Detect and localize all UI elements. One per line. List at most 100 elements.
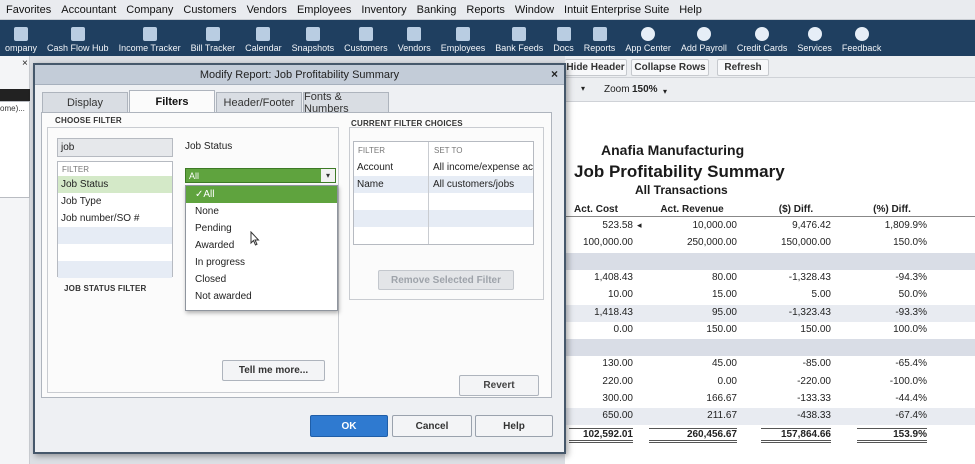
report-row[interactable]: 1,418.43 95.00 -1,323.43 -93.3% bbox=[565, 304, 975, 322]
refresh-button[interactable]: Refresh bbox=[717, 59, 769, 76]
chevron-down-icon[interactable]: ▾ bbox=[321, 169, 335, 182]
column-header[interactable]: ($) Diff. bbox=[761, 204, 831, 215]
toolbar-calendar-button[interactable]: Calendar bbox=[240, 20, 287, 56]
tab-fonts-numbers[interactable]: Fonts & Numbers bbox=[303, 91, 389, 115]
menu-item-favorites[interactable]: Favorites bbox=[6, 4, 51, 16]
report-cell: 166.67 bbox=[706, 393, 737, 404]
report-row[interactable]: 130.00 45.00 -85.00 -65.4% bbox=[565, 356, 975, 373]
row-marker-icon: ◂ bbox=[637, 220, 642, 230]
menu-item-window[interactable]: Window bbox=[515, 4, 554, 16]
report-row[interactable]: 100,000.00 250,000.00 150,000.00 150.0% bbox=[565, 235, 975, 252]
job-status-dropdown[interactable]: ✓All None Pending Awarded In progress Cl… bbox=[185, 185, 338, 311]
icon-toolbar: ompany Cash Flow Hub Income Tracker Bill Tr… bbox=[0, 20, 975, 56]
current-filter-head: FILTER bbox=[358, 146, 385, 155]
filter-list[interactable]: FILTER Job Status Job Type Job number/SO… bbox=[57, 161, 173, 278]
menu-item-banking[interactable]: Banking bbox=[417, 4, 457, 16]
column-header[interactable]: Act. Cost bbox=[569, 204, 623, 215]
toolbar-add-payroll-button[interactable]: Add Payroll bbox=[676, 20, 732, 56]
panel-header bbox=[0, 89, 30, 101]
filter-search-input[interactable]: job bbox=[57, 138, 173, 157]
cancel-button[interactable]: Cancel bbox=[392, 415, 472, 437]
menu-item-intuit-enterprise-suite[interactable]: Intuit Enterprise Suite bbox=[564, 4, 669, 16]
menu-item-inventory[interactable]: Inventory bbox=[361, 4, 406, 16]
filter-item-empty[interactable] bbox=[58, 244, 172, 261]
option-all[interactable]: ✓All bbox=[186, 186, 337, 203]
menu-item-customers[interactable]: Customers bbox=[183, 4, 236, 16]
menu-item-help[interactable]: Help bbox=[679, 4, 702, 16]
panel-list[interactable] bbox=[0, 101, 30, 198]
toolbar-label: Cash Flow Hub bbox=[47, 43, 109, 53]
toolbar-feedback-button[interactable]: Feedback bbox=[837, 20, 887, 56]
help-button[interactable]: Help bbox=[475, 415, 553, 437]
current-filter-row[interactable] bbox=[354, 193, 533, 210]
collapse-rows-button[interactable]: Collapse Rows bbox=[631, 59, 709, 76]
menu-item-reports[interactable]: Reports bbox=[466, 4, 505, 16]
toolbar-app-center-button[interactable]: App Center bbox=[620, 20, 676, 56]
toolbar-income-tracker-button[interactable]: Income Tracker bbox=[114, 20, 186, 56]
report-cell: 523.58 bbox=[602, 220, 633, 231]
report-row[interactable]: 0.00 150.00 150.00 100.0% bbox=[565, 322, 975, 339]
column-header[interactable]: (%) Diff. bbox=[857, 204, 927, 215]
toolbar-docs-button[interactable]: Docs bbox=[548, 20, 579, 56]
filter-item-job-type[interactable]: Job Type bbox=[58, 193, 172, 210]
close-icon[interactable]: × bbox=[22, 58, 28, 69]
tab-header-footer[interactable]: Header/Footer bbox=[216, 92, 302, 112]
toolbar-customers-button[interactable]: Customers bbox=[339, 20, 393, 56]
column-header[interactable]: Act. Revenue bbox=[649, 204, 735, 215]
report-subtitle: All Transactions bbox=[635, 183, 728, 197]
report-cell: 150.00 bbox=[706, 323, 737, 335]
option-awarded[interactable]: Awarded bbox=[186, 237, 337, 254]
toolbar-reports-button[interactable]: Reports bbox=[579, 20, 621, 56]
menu-item-vendors[interactable]: Vendors bbox=[247, 4, 287, 16]
remove-selected-filter-button[interactable]: Remove Selected Filter bbox=[378, 270, 514, 290]
choose-filter-label: CHOOSE FILTER bbox=[55, 116, 122, 125]
toolbar-services-button[interactable]: Services bbox=[792, 20, 837, 56]
toolbar-employees-button[interactable]: Employees bbox=[436, 20, 491, 56]
current-filter-row[interactable] bbox=[354, 210, 533, 227]
dialog-titlebar[interactable]: Modify Report: Job Profitability Summary… bbox=[35, 65, 564, 85]
tell-me-more-button[interactable]: Tell me more... bbox=[222, 360, 325, 381]
toolbar-credit-cards-button[interactable]: Credit Cards bbox=[732, 20, 793, 56]
ok-button[interactable]: OK bbox=[310, 415, 388, 437]
filter-item-empty[interactable] bbox=[58, 261, 172, 278]
revert-button[interactable]: Revert bbox=[459, 375, 539, 396]
chevron-down-icon[interactable]: ▾ bbox=[581, 84, 585, 93]
toolbar-bank-feeds-button[interactable]: Bank Feeds bbox=[490, 20, 548, 56]
toolbar-bill-tracker-button[interactable]: Bill Tracker bbox=[186, 20, 241, 56]
hide-header-button[interactable]: Hide Header bbox=[565, 59, 627, 76]
filter-item-job-status[interactable]: Job Status bbox=[58, 176, 172, 193]
tab-display[interactable]: Display bbox=[42, 92, 128, 112]
tab-filters[interactable]: Filters bbox=[129, 90, 215, 113]
report-row[interactable] bbox=[565, 339, 975, 357]
report-row[interactable]: 10.00 15.00 5.00 50.0% bbox=[565, 287, 975, 304]
option-closed[interactable]: Closed bbox=[186, 271, 337, 288]
option-none[interactable]: None bbox=[186, 203, 337, 220]
option-not-awarded[interactable]: Not awarded bbox=[186, 288, 337, 305]
option-in-progress[interactable]: In progress bbox=[186, 254, 337, 271]
toolbar-snapshots-button[interactable]: Snapshots bbox=[287, 20, 340, 56]
current-filter-row[interactable]: Account All income/expense ac... bbox=[354, 159, 533, 176]
toolbar-ompany-button[interactable]: ompany bbox=[0, 20, 42, 56]
filter-item-empty[interactable] bbox=[58, 227, 172, 244]
current-filter-row[interactable]: Name All customers/jobs bbox=[354, 176, 533, 193]
report-row[interactable]: 1,408.43 80.00 -1,328.43 -94.3% bbox=[565, 270, 975, 287]
report-row[interactable]: 300.00 166.67 -133.33 -44.4% bbox=[565, 391, 975, 408]
toolbar-vendors-button[interactable]: Vendors bbox=[393, 20, 436, 56]
job-status-select[interactable]: All ▾ bbox=[185, 168, 336, 183]
report-row[interactable]: 220.00 0.00 -220.00 -100.0% bbox=[565, 374, 975, 391]
option-pending[interactable]: Pending bbox=[186, 220, 337, 237]
report-total-row[interactable]: 102,592.01 260,456.67 157,864.66 153.9% bbox=[565, 426, 975, 443]
menu-item-company[interactable]: Company bbox=[126, 4, 173, 16]
toolbar-cash-flow-hub-button[interactable]: Cash Flow Hub bbox=[42, 20, 114, 56]
menu-item-employees[interactable]: Employees bbox=[297, 4, 351, 16]
report-row[interactable] bbox=[565, 252, 975, 270]
menu-item-accountant[interactable]: Accountant bbox=[61, 4, 116, 16]
close-icon[interactable]: × bbox=[551, 67, 558, 81]
zoom-select[interactable]: 150% bbox=[632, 84, 658, 95]
report-row[interactable]: 650.00 211.67 -438.33 -67.4% bbox=[565, 408, 975, 426]
current-filter-table[interactable]: FILTER SET TO Account All income/expense… bbox=[353, 141, 534, 245]
filter-item-job-number[interactable]: Job number/SO # bbox=[58, 210, 172, 227]
chevron-down-icon[interactable]: ▾ bbox=[663, 87, 667, 96]
report-row[interactable]: 523.58 10,000.00 9,476.42 1,809.9% ◂ bbox=[565, 218, 975, 235]
report-cell: 5.00 bbox=[811, 289, 831, 301]
